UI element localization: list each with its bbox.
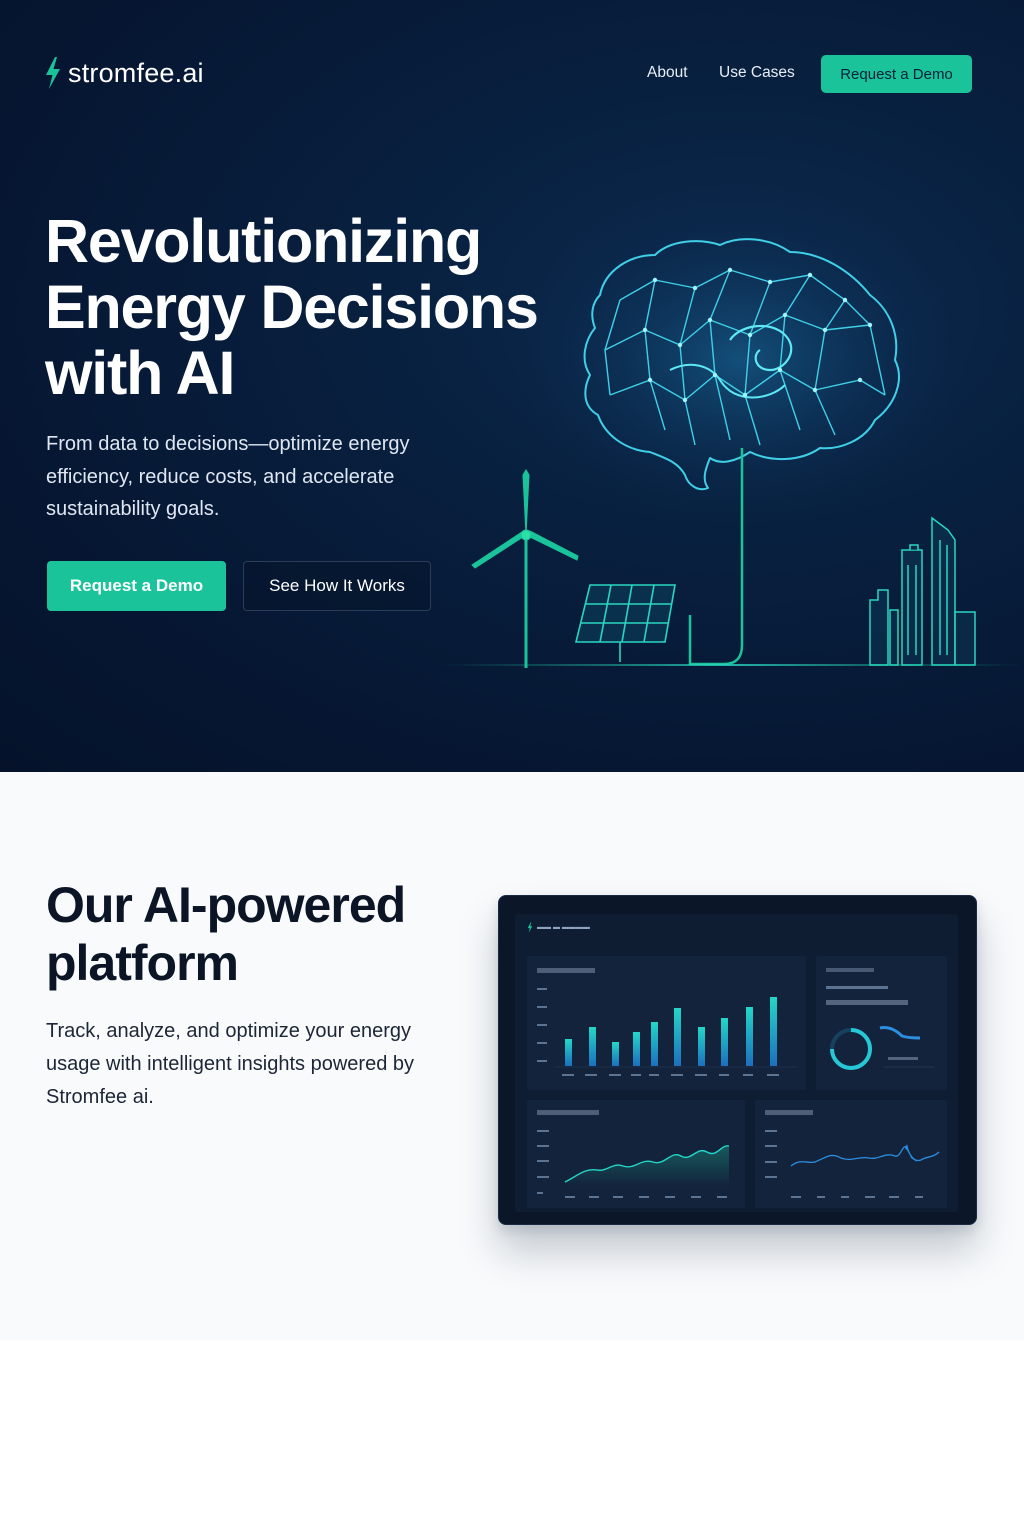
platform-description: Track, analyze, and optimize your energy…: [46, 1020, 414, 1108]
donut-chart-panel: [816, 956, 947, 1090]
dashboard-header: ▬▬ ▬ ▬▬▬▬: [527, 922, 590, 933]
donut-chart: [826, 968, 934, 1070]
solar-panel-icon: [574, 584, 676, 662]
logo-text: stromfee.ai: [68, 57, 204, 88]
bar-chart: [537, 968, 797, 1076]
wind-turbine-icon: [471, 469, 579, 668]
line-chart-panel-right: [755, 1100, 947, 1208]
page-footer-space: [0, 1340, 1024, 1536]
top-navigation: stromfee.ai About Use Cases Request a De…: [0, 0, 1024, 148]
hero-subtitle: From data to decisions—optimize energy e…: [46, 433, 410, 520]
nav-link-use-cases[interactable]: Use Cases: [719, 64, 795, 82]
platform-section: Our AI-powered platform Track, analyze, …: [0, 772, 1024, 1340]
line-chart-left: [537, 1110, 730, 1198]
dashboard-preview: ▬▬ ▬ ▬▬▬▬: [498, 895, 977, 1225]
hero-illustration: [440, 200, 1024, 668]
request-demo-button[interactable]: Request a Demo: [47, 561, 226, 611]
line-chart-panel-left: [527, 1100, 745, 1208]
platform-title: Our AI-powered platform: [46, 877, 406, 991]
nav-request-demo-button[interactable]: Request a Demo: [821, 55, 972, 93]
lightning-bolt-icon: [46, 57, 60, 89]
dashboard-screen: ▬▬ ▬ ▬▬▬▬: [515, 914, 958, 1212]
logo[interactable]: stromfee.ai: [44, 56, 204, 90]
city-skyline-icon: [869, 516, 976, 666]
hero-section: stromfee.ai About Use Cases Request a De…: [0, 0, 1024, 772]
lightning-bolt-icon: [527, 922, 533, 933]
bar-chart-panel: [527, 956, 806, 1090]
nav-link-about[interactable]: About: [647, 64, 688, 82]
dashboard-title-blur: ▬▬ ▬ ▬▬▬▬: [537, 924, 590, 931]
see-how-it-works-button[interactable]: See How It Works: [243, 561, 431, 611]
line-chart-right: [765, 1110, 940, 1198]
